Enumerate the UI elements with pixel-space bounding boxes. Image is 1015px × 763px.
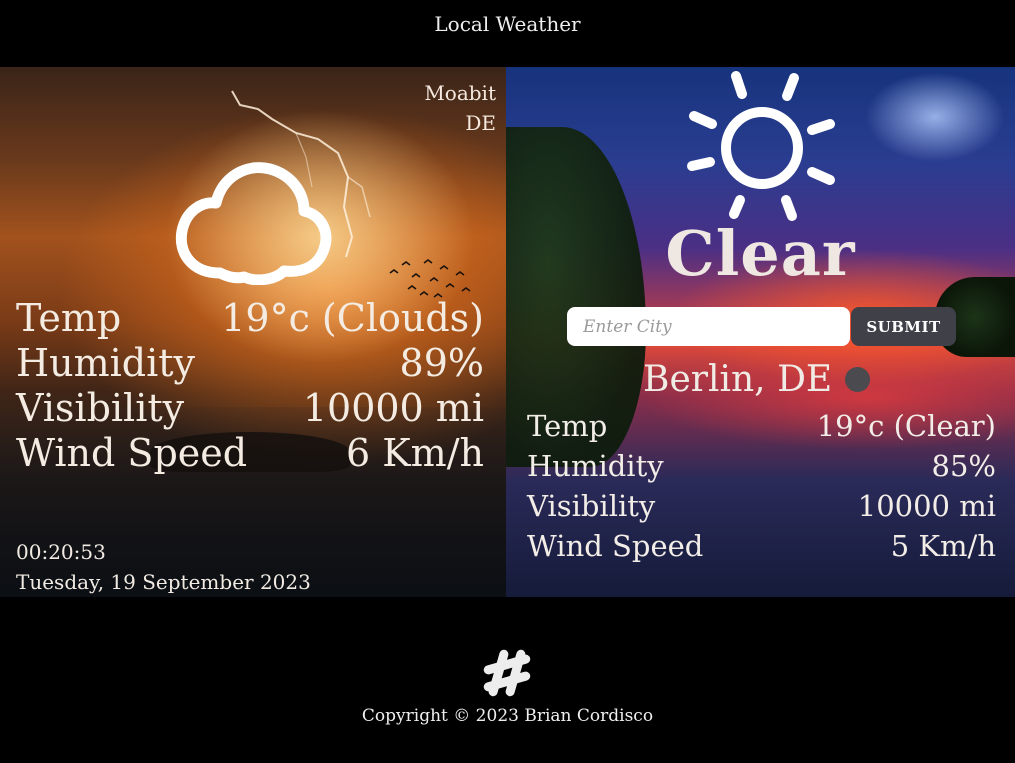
stat-value: 19°c (Clouds): [221, 296, 484, 340]
stat-label: Wind Speed: [16, 431, 248, 475]
city-weather-panel: Clear SUBMIT Berlin, DE Temp 19°c (Clear…: [506, 67, 1015, 597]
page-title: Local Weather: [434, 12, 581, 36]
stat-label: Visibility: [527, 489, 656, 523]
stat-label: Temp: [16, 296, 122, 340]
stat-label: Humidity: [16, 341, 196, 385]
stat-value: 10000 mi: [302, 386, 484, 430]
city-name: Berlin, DE: [643, 359, 833, 400]
cloud-background: [865, 72, 1005, 162]
clock: 00:20:53 Tuesday, 19 September 2023: [16, 537, 311, 597]
sun-icon: [687, 71, 835, 221]
location-area: Moabit: [424, 81, 496, 105]
status-dot: [845, 367, 871, 392]
local-stats: Temp 19°c (Clouds) Humidity 89% Visibili…: [16, 296, 484, 476]
stat-value: 5 Km/h: [890, 529, 996, 563]
stat-value: 6 Km/h: [346, 431, 484, 475]
cloud-icon: [175, 162, 332, 285]
current-date: Tuesday, 19 September 2023: [16, 570, 311, 594]
local-weather-panel: Moabit DE Temp 19°c (Clouds) Humidity 89…: [0, 67, 506, 597]
copyright-text: Copyright © 2023 Brian Cordisco: [361, 706, 654, 726]
city-result: Berlin, DE: [643, 359, 871, 400]
slack-icon[interactable]: [480, 646, 534, 700]
location-label: Moabit DE: [424, 78, 496, 138]
stat-row-temp: Temp 19°c (Clear): [527, 406, 996, 446]
weather-condition: Clear: [665, 217, 856, 290]
stat-value: 89%: [399, 341, 484, 385]
stat-row-visibility: Visibility 10000 mi: [527, 486, 996, 526]
stat-label: Humidity: [527, 449, 664, 483]
stat-row-humidity: Humidity 89%: [16, 341, 484, 386]
city-input[interactable]: [567, 307, 850, 346]
current-time: 00:20:53: [16, 540, 106, 564]
stat-value: 10000 mi: [857, 489, 996, 523]
location-country: DE: [465, 111, 496, 135]
stat-value: 85%: [931, 449, 996, 483]
stat-row-temp: Temp 19°c (Clouds): [16, 296, 484, 341]
stat-row-wind-speed: Wind Speed 6 Km/h: [16, 431, 484, 476]
stat-row-visibility: Visibility 10000 mi: [16, 386, 484, 431]
stat-value: 19°c (Clear): [816, 409, 996, 443]
stat-row-humidity: Humidity 85%: [527, 446, 996, 486]
stat-label: Wind Speed: [527, 529, 704, 563]
city-search-form: SUBMIT: [567, 307, 956, 346]
stat-label: Visibility: [16, 386, 185, 430]
stat-row-wind-speed: Wind Speed 5 Km/h: [527, 526, 996, 566]
stat-label: Temp: [527, 409, 608, 443]
submit-button[interactable]: SUBMIT: [851, 307, 956, 346]
city-stats: Temp 19°c (Clear) Humidity 85% Visibilit…: [527, 406, 996, 566]
